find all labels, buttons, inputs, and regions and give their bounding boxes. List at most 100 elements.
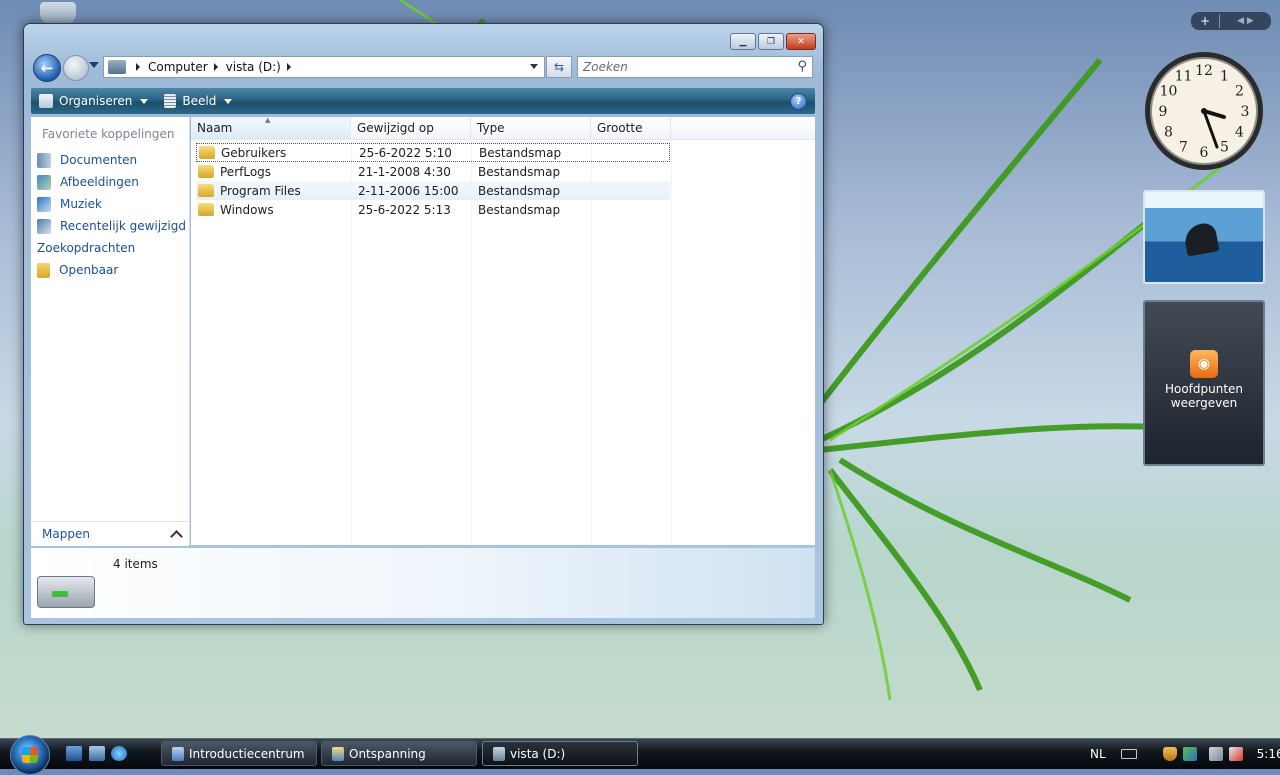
sidebar-controls: + ◀ ▶ xyxy=(1190,11,1272,31)
network-icon[interactable] xyxy=(1182,747,1197,761)
taskbar-button-label: Introductiecentrum xyxy=(189,746,305,761)
file-list-pane: ▲ Naam Gewijzigd op Type Grootte Gebruike… xyxy=(191,116,815,545)
favorite-recent[interactable]: Recentelijk gewijzigd xyxy=(37,215,186,237)
clock-gadget[interactable]: 12 12 3 45678 9 1011 xyxy=(1143,50,1265,172)
breadcrumb-arrow[interactable] xyxy=(213,63,218,71)
close-button[interactable]: ✕ xyxy=(786,33,816,50)
add-gadget-button[interactable]: + xyxy=(1191,14,1220,28)
recycle-bin-icon[interactable] xyxy=(40,2,76,24)
folder-icon xyxy=(198,203,214,216)
welcome-center-icon xyxy=(172,746,184,761)
file-name: Windows xyxy=(220,202,274,217)
back-button[interactable]: ← xyxy=(33,54,61,82)
forward-button[interactable] xyxy=(63,55,89,81)
breadcrumb-arrow[interactable] xyxy=(136,63,140,71)
keyboard-icon[interactable] xyxy=(1120,749,1137,759)
breadcrumb-drive[interactable]: vista (D:) xyxy=(226,60,281,74)
folders-label: Mappen xyxy=(42,527,90,541)
maximize-button[interactable]: ❐ xyxy=(758,33,784,50)
feeds-label-line2: weergeven xyxy=(1170,396,1238,410)
internet-explorer-icon[interactable] xyxy=(111,746,127,761)
clock-numeral: 4 xyxy=(1235,125,1244,141)
clock-numeral: 1 xyxy=(1220,69,1229,85)
switch-windows-icon[interactable] xyxy=(89,746,105,761)
recent-pages-button[interactable] xyxy=(89,62,99,68)
network-status-icon[interactable] xyxy=(1208,747,1223,761)
column-label: Type xyxy=(477,121,505,135)
security-shield-icon[interactable] xyxy=(1162,747,1177,761)
address-dropdown-icon[interactable] xyxy=(530,64,538,69)
file-name: Program Files xyxy=(220,183,301,198)
folder-icon xyxy=(199,146,215,159)
clock-numeral: 9 xyxy=(1159,104,1168,120)
favorite-label: Afbeeldingen xyxy=(60,175,139,189)
favorite-label: Zoekopdrachten xyxy=(37,241,136,255)
feed-headlines-gadget[interactable]: ◉ Hoofdpunten weergeven xyxy=(1143,300,1265,466)
file-row[interactable]: PerfLogs 21-1-2008 4:30 Bestandsmap xyxy=(196,162,670,181)
file-name: Gebruikers xyxy=(221,145,287,160)
clock-numeral: 7 xyxy=(1179,140,1188,156)
favorite-label: Muziek xyxy=(60,197,102,211)
taskbar-button-welcome[interactable]: Introductiecentrum xyxy=(161,741,317,766)
clock-numeral: 11 xyxy=(1175,69,1193,85)
column-header-name[interactable]: ▲ Naam xyxy=(191,116,351,139)
breadcrumb-computer[interactable]: Computer xyxy=(148,60,208,74)
help-icon[interactable]: ? xyxy=(790,93,807,110)
taskbar-button-games[interactable]: Ontspanning xyxy=(321,741,477,766)
favorite-music[interactable]: Muziek xyxy=(37,193,186,215)
documents-icon xyxy=(37,152,51,168)
folder-icon xyxy=(37,262,50,278)
chevron-up-icon xyxy=(170,529,183,543)
search-placeholder: Zoeken xyxy=(583,60,628,74)
search-icon[interactable]: ⚲ xyxy=(792,59,807,74)
view-button[interactable]: Beeld xyxy=(156,88,240,114)
navigation-pane: Favoriete koppelingen Documenten Afbeeld… xyxy=(31,117,606,545)
command-bar: Organiseren Beeld ? xyxy=(31,88,815,114)
start-button[interactable] xyxy=(10,735,50,775)
column-header-type[interactable]: Type xyxy=(471,117,591,139)
file-modified: 2-11-2006 15:00 xyxy=(358,183,459,198)
organize-label: Organiseren xyxy=(59,94,133,108)
favorite-public[interactable]: Openbaar xyxy=(37,259,186,281)
clock-numeral: 10 xyxy=(1160,84,1178,100)
feeds-label-line1: Hoofdpunten xyxy=(1164,382,1244,396)
hard-drive-icon xyxy=(37,576,95,608)
minimize-button[interactable]: ▁ xyxy=(730,33,756,50)
slideshow-image xyxy=(1182,221,1220,257)
file-row[interactable]: Gebruikers 25-6-2022 5:10 Bestandsmap xyxy=(196,143,670,162)
show-desktop-icon[interactable] xyxy=(66,746,82,761)
file-modified: 25-6-2022 5:10 xyxy=(359,145,452,160)
sort-arrow-icon: ▲ xyxy=(265,116,271,124)
taskbar-button-explorer[interactable]: vista (D:) xyxy=(482,741,638,766)
breadcrumb-arrow[interactable] xyxy=(286,63,291,71)
address-bar[interactable]: Computer vista (D:) xyxy=(103,56,545,78)
column-label: Grootte xyxy=(597,121,643,135)
pictures-icon xyxy=(37,174,51,190)
refresh-button[interactable]: ⇆ xyxy=(546,56,572,78)
slideshow-gadget[interactable] xyxy=(1143,190,1265,284)
chevron-down-icon xyxy=(224,98,233,104)
taskbar-button-label: vista (D:) xyxy=(510,746,566,761)
folders-toggle[interactable]: Mappen xyxy=(31,521,189,546)
favorites-list: Documenten Afbeeldingen Muziek Recenteli… xyxy=(37,149,606,281)
favorite-pictures[interactable]: Afbeeldingen xyxy=(37,171,186,193)
file-row[interactable]: Windows 25-6-2022 5:13 Bestandsmap xyxy=(196,200,670,219)
file-row[interactable]: Program Files 2-11-2006 15:00 Bestandsma… xyxy=(196,181,670,200)
favorite-searches[interactable]: Zoekopdrachten xyxy=(37,181,606,259)
favorites-heading: Favoriete koppelingen xyxy=(42,127,175,141)
folder-icon xyxy=(198,165,214,178)
column-header-size[interactable]: Grootte xyxy=(591,117,671,139)
file-type: Bestandsmap xyxy=(479,145,562,160)
item-count: 4 items xyxy=(113,557,158,571)
file-type: Bestandsmap xyxy=(478,202,561,217)
sidebar-nav-arrows[interactable]: ◀ ▶ xyxy=(1220,16,1271,26)
search-input[interactable]: Zoeken ⚲ xyxy=(577,56,813,78)
column-header-modified[interactable]: Gewijzigd op xyxy=(351,117,471,139)
taskbar-clock[interactable]: 5:16 xyxy=(1257,747,1280,761)
favorite-documents[interactable]: Documenten xyxy=(37,149,186,171)
file-type: Bestandsmap xyxy=(478,183,561,198)
language-indicator[interactable]: NL xyxy=(1090,747,1106,761)
organize-button[interactable]: Organiseren xyxy=(31,88,156,114)
volume-muted-icon[interactable] xyxy=(1228,747,1243,761)
drive-icon xyxy=(108,60,126,74)
